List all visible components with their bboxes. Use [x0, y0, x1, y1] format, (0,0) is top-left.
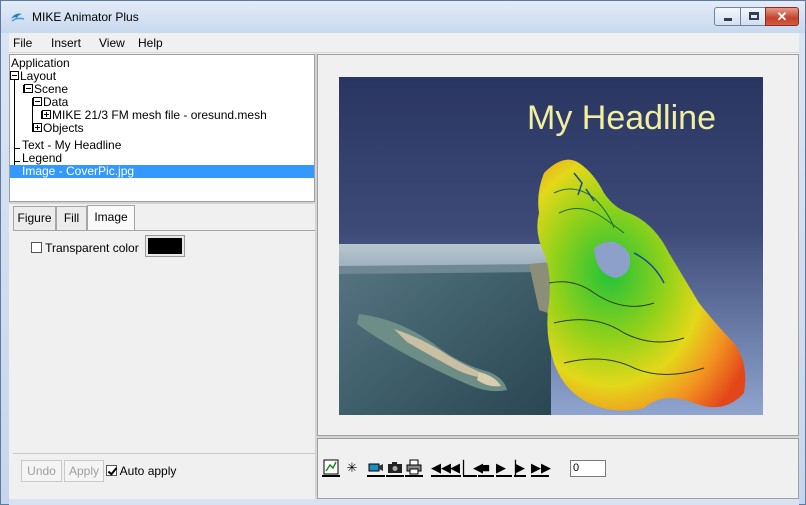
to-end-icon[interactable]: ▶▕	[496, 459, 516, 477]
close-icon: ✕	[776, 9, 788, 24]
tab-fill[interactable]: Fill	[56, 206, 87, 230]
transparent-color-checkbox[interactable]	[31, 242, 42, 254]
tree-item-label: MIKE 21/3 FM mesh file - oresund.mesh	[52, 108, 267, 122]
auto-apply-label: Auto apply	[119, 464, 177, 478]
apply-button[interactable]: Apply	[64, 460, 104, 482]
tree-item-label: Text - My Headline	[22, 138, 122, 152]
minimize-icon	[724, 18, 732, 21]
tree-item-label: Objects	[43, 121, 84, 135]
maximize-button[interactable]	[740, 7, 766, 26]
tree-item-label: Image - CoverPic.jpg	[22, 164, 135, 178]
menu-help[interactable]: Help	[138, 36, 163, 50]
to-start-icon[interactable]: ▏◀	[463, 459, 483, 477]
playback-toolbar: ✳ ◀◀ ◀ ▏◀ ■ ▶▕ ▶ ▶▶ 0	[317, 438, 799, 499]
window-title: MIKE Animator Plus	[32, 10, 139, 24]
collapse-icon[interactable]	[24, 84, 33, 94]
play-icon[interactable]: ▶	[514, 459, 526, 477]
tree-item-label: Legend	[22, 151, 63, 165]
panel-splitter[interactable]	[9, 202, 315, 204]
transparent-color-option[interactable]: Transparent color	[31, 241, 139, 255]
step-back-icon[interactable]: ◀	[449, 459, 461, 477]
transparent-color-swatch[interactable]	[145, 235, 185, 257]
transparent-color-label: Transparent color	[45, 241, 139, 255]
collapse-icon[interactable]	[33, 97, 42, 107]
video-icon[interactable]	[367, 459, 385, 477]
minimize-button[interactable]	[714, 7, 741, 26]
maximize-icon	[749, 12, 759, 20]
chart-icon[interactable]	[322, 459, 340, 477]
expand-icon[interactable]	[42, 110, 51, 120]
menu-file[interactable]: File	[13, 36, 32, 50]
asterisk-icon[interactable]: ✳	[343, 459, 361, 477]
camera-icon[interactable]	[386, 459, 404, 477]
client-area: Application Layout Scene Data MIKE 21/3 …	[9, 53, 799, 499]
menu-view[interactable]: View	[99, 36, 125, 50]
scene-headline-text: My Headline	[527, 99, 716, 137]
printer-icon[interactable]	[405, 459, 423, 477]
undo-button[interactable]: Undo	[21, 460, 62, 482]
frame-number-input[interactable]: 0	[570, 460, 606, 477]
close-button[interactable]: ✕	[765, 7, 799, 26]
collapse-icon[interactable]	[10, 71, 19, 81]
tab-figure[interactable]: Figure	[13, 206, 56, 230]
tab-image[interactable]: Image	[87, 205, 135, 231]
menu-insert[interactable]: Insert	[51, 36, 81, 50]
auto-apply-checkbox[interactable]	[106, 465, 117, 477]
tree-item-image[interactable]: Image - CoverPic.jpg	[10, 165, 314, 178]
tree-item-objects[interactable]: Objects	[33, 122, 84, 135]
menu-bar: File Insert View Help	[9, 33, 799, 53]
render-canvas[interactable]: My Headline	[339, 77, 763, 415]
image-tab-panel	[13, 230, 315, 455]
status-bar	[9, 499, 799, 505]
tree-item-label: Application	[11, 56, 70, 70]
expand-icon[interactable]	[33, 123, 42, 133]
rewind-icon[interactable]: ◀◀	[431, 459, 451, 477]
layout-tree[interactable]: Application Layout Scene Data MIKE 21/3 …	[9, 54, 315, 202]
scene-viewport[interactable]: My Headline	[317, 54, 799, 436]
app-window: MIKE Animator Plus ✕ File Insert View He…	[0, 0, 806, 505]
auto-apply-option[interactable]: Auto apply	[106, 464, 176, 478]
stop-icon[interactable]: ■	[478, 459, 494, 477]
tree-item-label: Layout	[20, 69, 57, 83]
footer-divider	[13, 453, 315, 454]
cover-photo-image	[339, 244, 551, 415]
mesh-surface-plot	[537, 159, 746, 411]
fast-forward-icon[interactable]: ▶▶	[531, 459, 551, 477]
tree-item-label: Scene	[34, 82, 69, 96]
tree-item-label: Data	[43, 95, 69, 109]
app-logo-icon	[11, 13, 25, 22]
title-bar: MIKE Animator Plus ✕	[1, 1, 805, 33]
